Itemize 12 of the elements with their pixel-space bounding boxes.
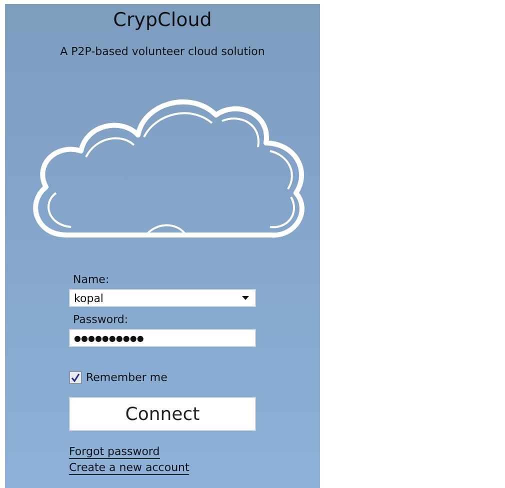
name-label: Name: <box>73 273 110 286</box>
account-link[interactable]: Forgot password <box>69 445 160 459</box>
app-subtitle: A P2P-based volunteer cloud solution <box>60 45 265 58</box>
password-field[interactable]: ●●●●●●●●●● <box>69 329 256 347</box>
remember-label: Remember me <box>86 371 168 384</box>
remember-checkbox[interactable] <box>69 371 82 384</box>
name-dropdown[interactable]: kopal <box>69 289 256 307</box>
account-link[interactable]: Create a new account <box>69 461 190 475</box>
app-title: CrypCloud <box>113 9 212 31</box>
caret-icon <box>242 296 249 300</box>
password-label: Password: <box>73 313 128 326</box>
connect-button[interactable]: Connect <box>69 397 256 431</box>
